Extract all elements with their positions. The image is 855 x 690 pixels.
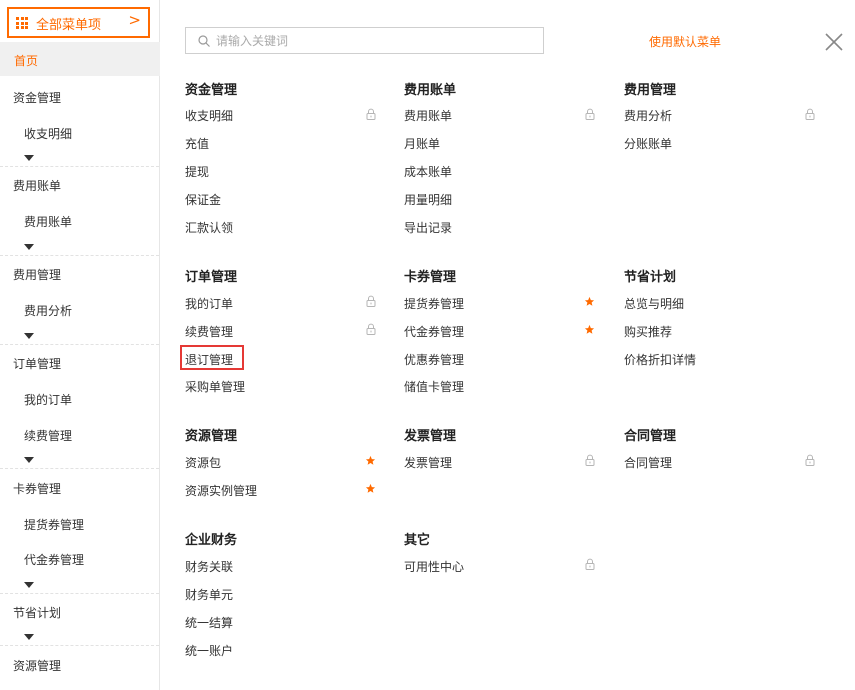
menu-item[interactable]: 资源包	[185, 454, 221, 471]
sidebar-group-title[interactable]: 订单管理	[13, 355, 61, 372]
menu-item[interactable]: 提货券管理	[404, 295, 464, 312]
sidebar-group-title[interactable]: 费用管理	[13, 266, 61, 283]
section-title: 资金管理	[185, 83, 238, 98]
section-title: 发票管理	[404, 429, 457, 444]
caret-down-icon[interactable]	[24, 582, 34, 588]
menu-item[interactable]: 发票管理	[404, 454, 452, 471]
sidebar-item[interactable]: 提货券管理	[24, 516, 84, 533]
sidebar: 全部菜单项 > 首页 资金管理 收支明细 费用账单 费用账单 费用管理 费用分析…	[0, 0, 160, 690]
menu-item[interactable]: 汇款认领	[185, 219, 233, 236]
section-title: 节省计划	[624, 270, 677, 285]
menu-item[interactable]: 购买推荐	[624, 323, 672, 340]
grid-icon	[16, 17, 28, 29]
menu-item[interactable]: 总览与明细	[624, 295, 684, 312]
menu-item[interactable]: 成本账单	[404, 163, 452, 180]
menu-item[interactable]: 可用性中心	[404, 558, 464, 575]
menu-item[interactable]: 月账单	[404, 135, 440, 152]
lock-icon	[585, 558, 595, 570]
star-icon[interactable]	[584, 296, 595, 307]
section-title: 费用管理	[624, 83, 677, 98]
section-title: 其它	[404, 533, 431, 548]
menu-item[interactable]: 收支明细	[185, 107, 233, 124]
section-title: 合同管理	[624, 429, 677, 444]
star-icon[interactable]	[584, 324, 595, 335]
caret-down-icon[interactable]	[24, 333, 34, 339]
menu-item[interactable]: 用量明细	[404, 191, 452, 208]
sidebar-group-title[interactable]: 节省计划	[13, 604, 61, 621]
menu-item[interactable]: 分账账单	[624, 135, 672, 152]
sidebar-group-title[interactable]: 卡券管理	[13, 480, 61, 497]
sidebar-group-title[interactable]: 资金管理	[13, 89, 61, 106]
menu-item[interactable]: 合同管理	[624, 454, 672, 471]
menu-item[interactable]: 财务关联	[185, 558, 233, 575]
sidebar-item[interactable]: 我的订单	[24, 391, 72, 408]
lock-icon	[585, 108, 595, 120]
highlight-box	[180, 345, 244, 370]
all-menu-label: 全部菜单项	[36, 18, 102, 33]
menu-item[interactable]: 费用分析	[624, 107, 672, 124]
menu-item[interactable]: 导出记录	[404, 219, 452, 236]
section-title: 费用账单	[404, 83, 457, 98]
chevron-right-icon: >	[128, 11, 141, 29]
use-default-menu-link[interactable]: 使用默认菜单	[649, 33, 721, 50]
sidebar-item[interactable]: 代金券管理	[24, 551, 84, 568]
sidebar-item[interactable]: 费用分析	[24, 302, 72, 319]
caret-down-icon[interactable]	[24, 634, 34, 640]
menu-item[interactable]: 储值卡管理	[404, 378, 464, 395]
star-icon[interactable]	[365, 483, 376, 494]
menu-item[interactable]: 优惠券管理	[404, 351, 464, 368]
caret-down-icon[interactable]	[24, 244, 34, 250]
menu-item[interactable]: 统一账户	[185, 642, 233, 659]
menu-item[interactable]: 我的订单	[185, 295, 233, 312]
lock-icon	[366, 295, 376, 307]
sidebar-item-home[interactable]: 首页	[0, 42, 160, 76]
section-title: 卡券管理	[404, 270, 457, 285]
menu-item[interactable]: 充值	[185, 135, 209, 152]
section-title: 订单管理	[185, 270, 238, 285]
divider	[0, 593, 159, 594]
menu-item[interactable]: 费用账单	[404, 107, 452, 124]
lock-icon	[366, 323, 376, 335]
menu-item[interactable]: 保证金	[185, 191, 221, 208]
close-icon[interactable]	[823, 31, 845, 53]
star-icon[interactable]	[365, 455, 376, 466]
divider	[0, 645, 159, 646]
sidebar-item[interactable]: 续费管理	[24, 427, 72, 444]
sidebar-item[interactable]: 收支明细	[24, 125, 72, 142]
lock-icon	[805, 454, 815, 466]
divider	[0, 344, 159, 345]
divider	[0, 166, 159, 167]
sidebar-group-title[interactable]: 费用账单	[13, 177, 61, 194]
sidebar-group-title[interactable]: 资源管理	[13, 657, 61, 674]
lock-icon	[366, 108, 376, 120]
menu-item[interactable]: 资源实例管理	[185, 482, 257, 499]
search-icon	[198, 35, 210, 47]
lock-icon	[805, 108, 815, 120]
menu-item[interactable]: 续费管理	[185, 323, 233, 340]
search-box[interactable]	[185, 27, 544, 54]
menu-item[interactable]: 统一结算	[185, 614, 233, 631]
menu-item[interactable]: 价格折扣详情	[624, 351, 696, 368]
section-title: 资源管理	[185, 429, 238, 444]
sidebar-item-label: 首页	[14, 54, 39, 68]
search-input[interactable]	[216, 32, 536, 50]
menu-item[interactable]: 代金券管理	[404, 323, 464, 340]
divider	[0, 468, 159, 469]
all-menu-button[interactable]: 全部菜单项 >	[7, 7, 150, 38]
sidebar-item[interactable]: 费用账单	[24, 213, 72, 230]
divider	[0, 255, 159, 256]
menu-item[interactable]: 提现	[185, 163, 209, 180]
lock-icon	[585, 454, 595, 466]
section-title: 企业财务	[185, 533, 238, 548]
menu-item[interactable]: 财务单元	[185, 586, 233, 603]
caret-down-icon[interactable]	[24, 155, 34, 161]
menu-item[interactable]: 采购单管理	[185, 378, 245, 395]
caret-down-icon[interactable]	[24, 457, 34, 463]
